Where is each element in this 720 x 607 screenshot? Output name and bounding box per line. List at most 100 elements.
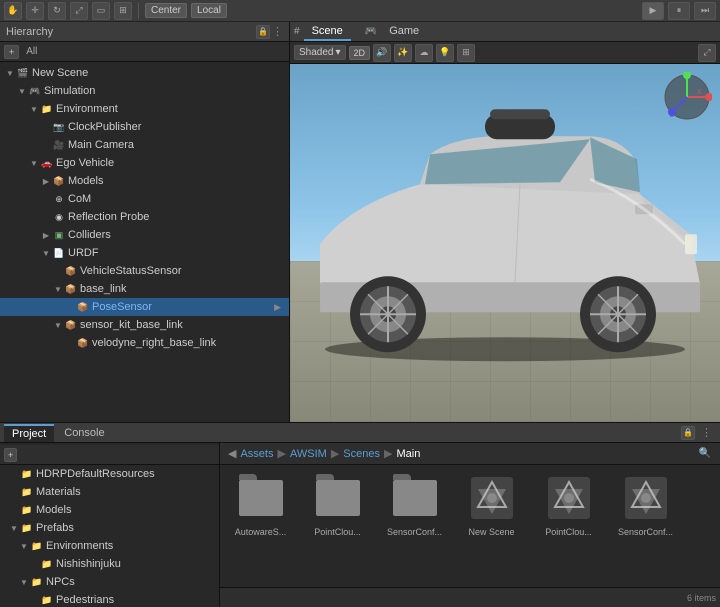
new-scene-icon: 🎬: [16, 66, 30, 80]
tree-maincamera[interactable]: ▶ 🎥 Main Camera: [0, 136, 289, 154]
asset-pointcloud1[interactable]: PointClou...: [305, 473, 370, 538]
asset-search-icon[interactable]: 🔍: [698, 447, 712, 461]
hierarchy-tree: ▼ 🎬 New Scene ▼ 🎮 Simulation ▼ 📁 Environ…: [0, 62, 289, 422]
clockpublisher-icon: 📷: [52, 120, 66, 134]
sensor-kit-base-link-icon: 📦: [64, 318, 78, 332]
asset-sensorconf2[interactable]: SensorConf...: [613, 473, 678, 538]
project-tree-prefabs[interactable]: ▼ 📁 Prefabs: [0, 519, 219, 537]
base-link-icon: 📦: [64, 282, 78, 296]
move-tool-icon[interactable]: ✛: [26, 2, 44, 20]
play-button[interactable]: ▶: [642, 2, 664, 20]
asset-pointcloud2[interactable]: PointClou...: [536, 473, 601, 538]
velodyne-right-base-link-label: velodyne_right_base_link: [92, 337, 216, 349]
tree-egovehicle[interactable]: ▼ 🚗 Ego Vehicle: [0, 154, 289, 172]
bottom-panel: Project Console 🔒 ⋮ + ▶ 📁 HDRPDefaultRes…: [0, 422, 720, 607]
step-button[interactable]: ⏭: [694, 2, 716, 20]
tree-models[interactable]: ▶ 📦 Models: [0, 172, 289, 190]
project-tree-nishinjuku[interactable]: ▶ 📁 Nishishinjuku: [0, 555, 219, 573]
hierarchy-lock-icon[interactable]: 🔒: [256, 25, 270, 39]
pause-button[interactable]: ⏸: [668, 2, 690, 20]
tree-sensor-kit-base-link[interactable]: ▼ 📦 sensor_kit_base_link: [0, 316, 289, 334]
project-tree-materials[interactable]: ▶ 📁 Materials: [0, 483, 219, 501]
scene-tab-game[interactable]: Game: [381, 23, 427, 41]
asset-sensorconf1[interactable]: SensorConf...: [382, 473, 447, 538]
grid-icon[interactable]: ⊞: [457, 44, 475, 62]
hierarchy-dots[interactable]: ⋮: [272, 25, 283, 38]
materials-icon: 📁: [20, 485, 34, 499]
project-tree-models[interactable]: ▶ 📁 Models: [0, 501, 219, 519]
tree-clockpublisher[interactable]: ▶ 📷 ClockPublisher: [0, 118, 289, 136]
scene-background: X Y Z: [290, 64, 720, 422]
shading-arrow: ▾: [335, 47, 340, 58]
tree-simulation[interactable]: ▼ 🎮 Simulation: [0, 82, 289, 100]
com-icon: ⊕: [52, 192, 66, 206]
audio-scene-icon[interactable]: 🔊: [373, 44, 391, 62]
simulation-label: Simulation: [44, 85, 95, 97]
hand-tool-icon[interactable]: ✋: [4, 2, 22, 20]
tree-posesensor[interactable]: ▶ 📦 PoseSensor ▶: [0, 298, 289, 316]
egovehicle-label: Ego Vehicle: [56, 157, 114, 169]
game-icon: 🎮: [365, 26, 377, 37]
project-tree-hdp[interactable]: ▶ 📁 HDRPDefaultResources: [0, 465, 219, 483]
bottom-dots[interactable]: ⋮: [697, 426, 716, 439]
project-tab[interactable]: Project: [4, 424, 54, 442]
prefabs-arrow: ▼: [8, 522, 20, 534]
transform-tool-icon[interactable]: ⊞: [114, 2, 132, 20]
center-button[interactable]: Center: [145, 3, 187, 18]
project-add-button[interactable]: +: [4, 448, 17, 462]
rotate-tool-icon[interactable]: ↻: [48, 2, 66, 20]
breadcrumb-arrow-left[interactable]: ◀: [228, 447, 236, 460]
environments-icon: 📁: [30, 539, 44, 553]
models-label: Models: [68, 175, 103, 187]
asset-newscene[interactable]: New Scene: [459, 473, 524, 538]
tree-urdf[interactable]: ▼ 📄 URDF: [0, 244, 289, 262]
tree-velodyne-right-base-link[interactable]: ▶ 📦 velodyne_right_base_link: [0, 334, 289, 352]
breadcrumb-assets[interactable]: Assets: [240, 448, 273, 460]
pointcloud2-label: PointClou...: [545, 527, 592, 538]
assets-grid: AutowareS... PointClou... SensorConf...: [220, 465, 720, 587]
asset-autowarescene[interactable]: AutowareS...: [228, 473, 293, 538]
shading-dropdown[interactable]: Shaded ▾: [294, 45, 346, 60]
rect-tool-icon[interactable]: ▭: [92, 2, 110, 20]
svg-text:Y: Y: [684, 77, 689, 84]
environment-arrow: ▼: [28, 103, 40, 115]
sky-icon[interactable]: ☁: [415, 44, 433, 62]
project-tree-npcs[interactable]: ▼ 📁 NPCs: [0, 573, 219, 591]
console-tab[interactable]: Console: [56, 425, 112, 441]
tree-environment[interactable]: ▼ 📁 Environment: [0, 100, 289, 118]
tree-reflectionprobe[interactable]: ▶ ◉ Reflection Probe: [0, 208, 289, 226]
fx-icon[interactable]: ✨: [394, 44, 412, 62]
scale-tool-icon[interactable]: ⤢: [70, 2, 88, 20]
bottom-lock-icon[interactable]: 🔒: [681, 426, 695, 440]
project-tree-environments[interactable]: ▼ 📁 Environments: [0, 537, 219, 555]
project-tree-pedestrians[interactable]: ▶ 📁 Pedestrians: [0, 591, 219, 607]
tree-colliders[interactable]: ▶ ▣ Colliders: [0, 226, 289, 244]
autoware-folder-icon: [239, 480, 283, 516]
lights-icon[interactable]: 💡: [436, 44, 454, 62]
tree-new-scene[interactable]: ▼ 🎬 New Scene: [0, 64, 289, 82]
hierarchy-add-button[interactable]: +: [4, 45, 19, 59]
breadcrumb-awsim[interactable]: AWSIM: [290, 448, 327, 460]
scene-tab-scene[interactable]: Scene: [304, 23, 351, 41]
tree-vehiclestatussensor[interactable]: ▶ 📦 VehicleStatusSensor: [0, 262, 289, 280]
newscene-unity-icon: [471, 477, 513, 519]
assets-bottom-toolbar: 6 items: [220, 587, 720, 607]
project-tree-toolbar: +: [0, 445, 219, 465]
new-scene-label: New Scene: [32, 67, 88, 79]
egovehicle-arrow: ▼: [28, 157, 40, 169]
local-button[interactable]: Local: [191, 3, 227, 18]
proj-models-icon: 📁: [20, 503, 34, 517]
asset-search-area: 🔍: [698, 447, 712, 461]
gizmo-icon[interactable]: ⤢: [698, 44, 716, 62]
breadcrumb-main: Main: [396, 448, 420, 460]
prefabs-icon: 📁: [20, 521, 34, 535]
npcs-label: NPCs: [46, 576, 75, 588]
main-layout: Hierarchy 🔒 ⋮ + All ▼ 🎬 New Scene ▼ 🎮 Si…: [0, 22, 720, 422]
tree-base-link[interactable]: ▼ 📦 base_link: [0, 280, 289, 298]
sep-2: ▶: [331, 447, 339, 460]
2d-button[interactable]: 2D: [349, 46, 371, 60]
scene-view-canvas[interactable]: X Y Z: [290, 64, 720, 422]
breadcrumb-scenes[interactable]: Scenes: [343, 448, 380, 460]
materials-label: Materials: [36, 486, 81, 498]
tree-com[interactable]: ▶ ⊕ CoM: [0, 190, 289, 208]
